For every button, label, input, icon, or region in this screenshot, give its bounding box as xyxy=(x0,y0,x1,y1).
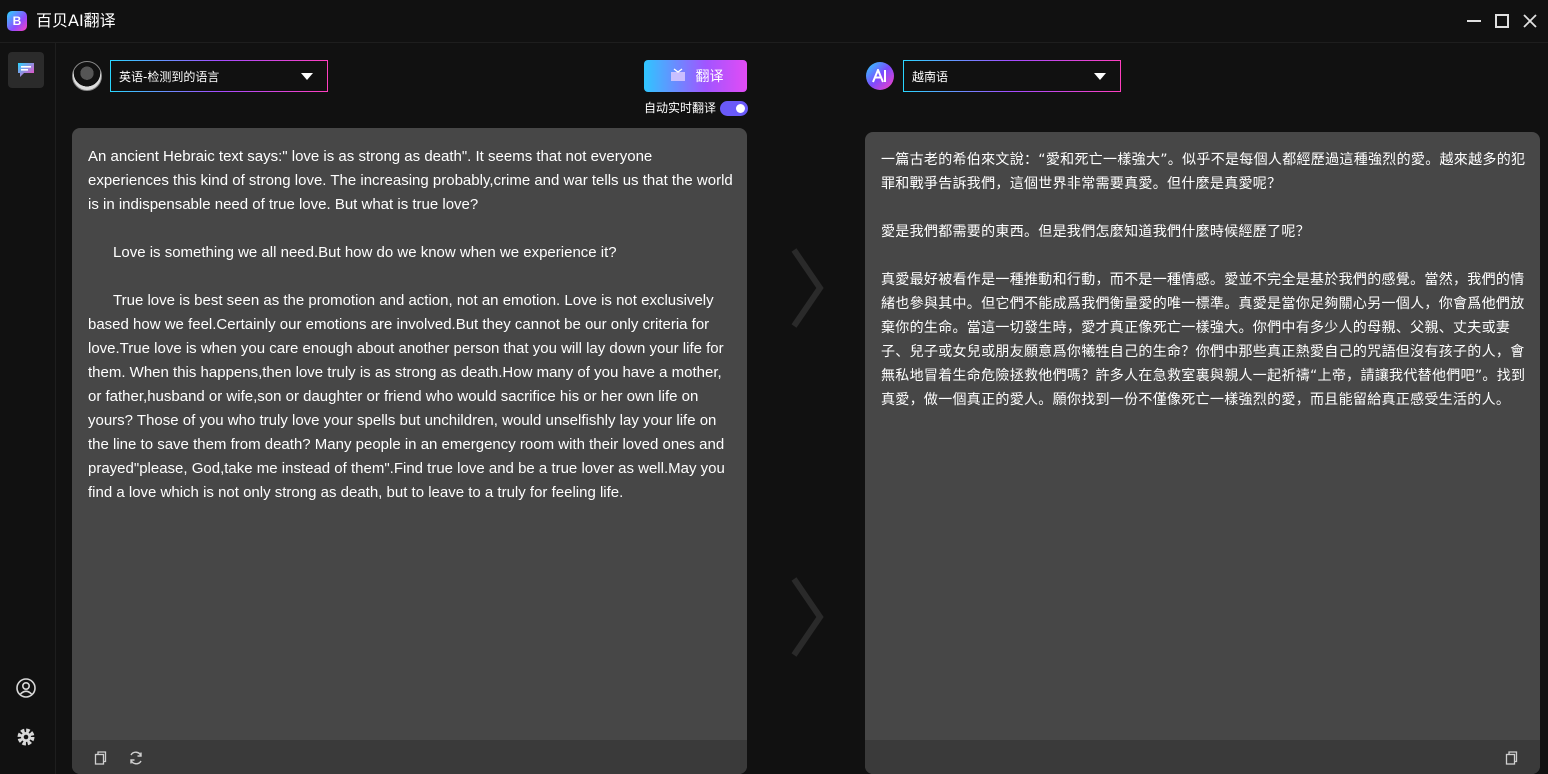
source-refresh-button[interactable] xyxy=(128,750,144,766)
source-language-select[interactable]: 英语-检测到的语言 xyxy=(110,60,328,92)
close-icon xyxy=(1523,14,1537,28)
chevron-right-icon xyxy=(791,577,824,657)
user-icon xyxy=(16,678,36,698)
source-text-area[interactable]: An ancient Hebraic text says:" love is a… xyxy=(88,145,736,505)
source-text-panel[interactable]: An ancient Hebraic text says:" love is a… xyxy=(72,128,747,774)
minimize-icon xyxy=(1467,20,1481,22)
sidebar xyxy=(0,43,56,774)
app-logo-icon: B xyxy=(7,11,27,31)
user-avatar xyxy=(72,61,102,91)
sidebar-item-settings[interactable] xyxy=(15,726,37,748)
copy-icon xyxy=(94,751,107,765)
copy-icon xyxy=(1505,751,1518,765)
close-button[interactable] xyxy=(1519,10,1541,32)
chevron-down-icon xyxy=(1094,73,1106,80)
translate-button-label: 翻译 xyxy=(695,69,724,85)
app-title: 百贝AI翻译 xyxy=(36,11,116,30)
target-language-label: 越南语 xyxy=(912,69,949,84)
target-panel-footer xyxy=(865,740,1540,774)
source-language-label: 英语-检测到的语言 xyxy=(119,69,220,84)
sidebar-item-translate[interactable] xyxy=(8,52,44,88)
target-language-select[interactable]: 越南语 xyxy=(903,60,1121,92)
target-text-panel[interactable]: 一篇古老的希伯來文說：“愛和死亡一樣強大”。似乎不是每個人都經歷過這種強烈的愛。… xyxy=(865,132,1540,774)
translate-button[interactable]: 翻译 xyxy=(644,60,747,92)
chevron-right-icon xyxy=(791,248,824,328)
auto-translate-label: 自动实时翻译 xyxy=(644,101,717,115)
chevron-down-icon xyxy=(301,73,313,80)
sidebar-item-user[interactable] xyxy=(15,677,37,699)
maximize-button[interactable] xyxy=(1491,10,1513,32)
auto-translate-toggle[interactable] xyxy=(720,101,748,116)
source-panel-footer xyxy=(72,740,747,774)
minimize-button[interactable] xyxy=(1463,10,1485,32)
source-copy-button[interactable] xyxy=(92,750,108,766)
refresh-icon xyxy=(130,751,142,765)
chat-translate-icon xyxy=(18,63,34,77)
target-copy-button[interactable] xyxy=(1503,750,1519,766)
title-bar: B 百贝AI翻译 xyxy=(0,0,1548,43)
target-text-area[interactable]: 一篇古老的希伯來文說：“愛和死亡一樣強大”。似乎不是每個人都經歷過這種強烈的愛。… xyxy=(881,148,1529,412)
ai-logo-icon xyxy=(866,62,894,90)
maximize-icon xyxy=(1495,14,1509,28)
gear-icon xyxy=(17,728,35,746)
translate-icon xyxy=(670,68,685,81)
